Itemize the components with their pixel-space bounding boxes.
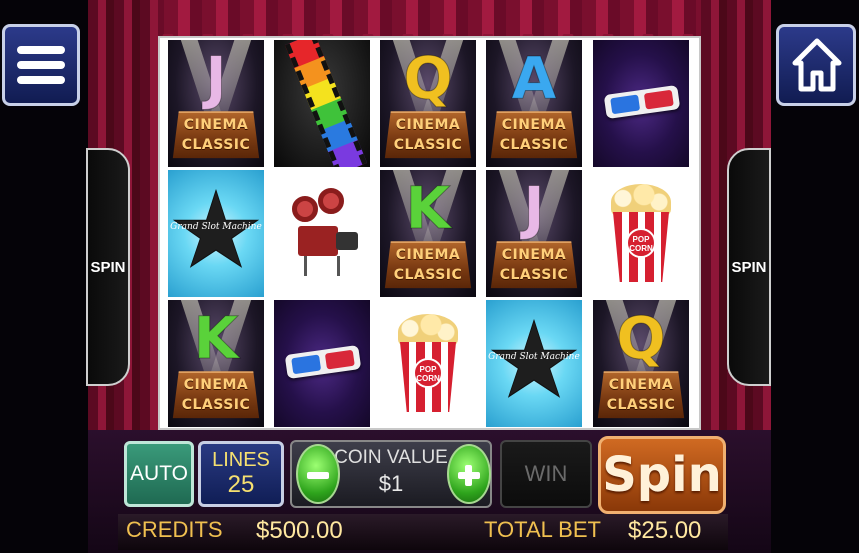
lines-value: 25 bbox=[227, 471, 255, 498]
symbol-text: CINEMA bbox=[183, 377, 249, 393]
symbol-text: CINEMA bbox=[501, 117, 567, 133]
symbol-cinema-q: Q CINEMA CLASSIC bbox=[380, 40, 476, 167]
coin-decrease-button[interactable] bbox=[296, 444, 340, 504]
symbol-text: CLASSIC bbox=[393, 137, 463, 153]
home-button[interactable] bbox=[776, 24, 856, 106]
home-icon bbox=[792, 38, 842, 92]
side-spin-button-left[interactable]: SPIN bbox=[86, 148, 130, 386]
symbol-3d-glasses bbox=[593, 40, 689, 167]
minus-icon bbox=[307, 472, 329, 479]
side-spin-button-right[interactable]: SPIN bbox=[727, 148, 771, 386]
slot-stage: J CINEMA CLASSIC Q CINEMA CLASSIC A CINE… bbox=[0, 0, 859, 553]
menu-icon bbox=[17, 46, 65, 84]
symbol-text: POP CORN bbox=[626, 228, 656, 258]
coin-value: $1 bbox=[378, 471, 404, 496]
symbol-letter: Q bbox=[403, 44, 453, 112]
symbol-text: CLASSIC bbox=[499, 137, 569, 153]
side-spin-label: SPIN bbox=[731, 258, 767, 276]
coin-value-label: COIN VALUE bbox=[334, 447, 448, 468]
symbol-letter: K bbox=[405, 174, 451, 242]
symbol-3d-glasses bbox=[274, 300, 370, 427]
symbol-text: CLASSIC bbox=[181, 397, 251, 413]
symbol-text: CLASSIC bbox=[181, 137, 251, 153]
symbol-cinema-k: K CINEMA CLASSIC bbox=[380, 170, 476, 297]
side-spin-label: SPIN bbox=[90, 258, 126, 276]
lines-label: LINES bbox=[212, 449, 270, 471]
symbol-text: Grand Slot Machine bbox=[488, 352, 580, 362]
symbol-cinema-q: Q CINEMA CLASSIC bbox=[593, 300, 689, 427]
symbol-letter: K bbox=[193, 304, 239, 372]
lines-button[interactable]: LINES 25 bbox=[198, 441, 284, 507]
symbol-star: Grand Slot Machine bbox=[168, 170, 264, 297]
symbol-cinema-j: J CINEMA CLASSIC bbox=[486, 170, 582, 297]
symbol-text: CINEMA bbox=[395, 247, 461, 263]
symbol-text: CINEMA bbox=[395, 117, 461, 133]
win-label: WIN bbox=[524, 461, 568, 486]
symbol-star: Grand Slot Machine bbox=[486, 300, 582, 427]
auto-label: AUTO bbox=[130, 462, 188, 485]
symbol-text: CLASSIC bbox=[606, 397, 676, 413]
symbol-letter: Q bbox=[616, 304, 666, 372]
symbol-cinema-k: K CINEMA CLASSIC bbox=[168, 300, 264, 427]
spin-button[interactable]: Spin bbox=[598, 436, 726, 514]
total-bet-label: TOTAL BET bbox=[484, 517, 601, 542]
symbol-film-reel bbox=[274, 40, 370, 167]
symbol-cinema-a: A CINEMA CLASSIC bbox=[486, 40, 582, 167]
symbol-text: CLASSIC bbox=[499, 267, 569, 283]
symbol-projector bbox=[274, 170, 370, 297]
symbol-cinema-j: J CINEMA CLASSIC bbox=[168, 40, 264, 167]
spin-label: Spin bbox=[602, 447, 722, 503]
symbol-text: CINEMA bbox=[501, 247, 567, 263]
symbol-text: CINEMA bbox=[183, 117, 249, 133]
symbol-popcorn: POP CORN bbox=[380, 300, 476, 427]
symbol-letter: J bbox=[205, 44, 228, 112]
coin-increase-button[interactable] bbox=[447, 444, 491, 504]
reel-grid: J CINEMA CLASSIC Q CINEMA CLASSIC A CINE… bbox=[158, 36, 701, 430]
symbol-text: CLASSIC bbox=[393, 267, 463, 283]
auto-button[interactable]: AUTO bbox=[124, 441, 194, 507]
curtain-valance bbox=[88, 0, 771, 46]
credits-value: $500.00 bbox=[256, 517, 343, 544]
symbol-text: POP CORN bbox=[413, 358, 443, 388]
menu-button[interactable] bbox=[2, 24, 80, 106]
symbol-popcorn: POP CORN bbox=[593, 170, 689, 297]
win-display: WIN bbox=[500, 440, 592, 508]
symbol-letter: J bbox=[523, 174, 546, 242]
total-bet-value: $25.00 bbox=[628, 517, 702, 544]
credits-label: CREDITS bbox=[126, 517, 223, 542]
symbol-text: Grand Slot Machine bbox=[170, 222, 262, 232]
symbol-text: CINEMA bbox=[608, 377, 674, 393]
symbol-letter: A bbox=[511, 44, 557, 112]
